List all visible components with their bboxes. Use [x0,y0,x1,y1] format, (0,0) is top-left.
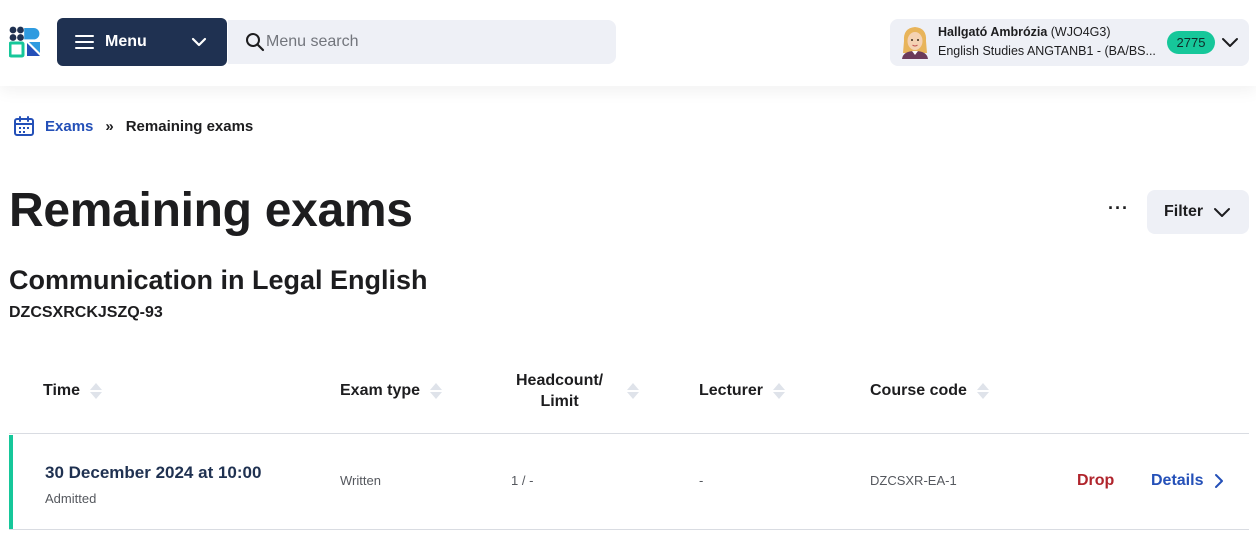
user-name: Hallgató Ambrózia (WJO4G3) [938,25,1111,39]
menu-label: Menu [105,33,147,50]
page-title: Remaining exams [9,184,413,237]
sort-icon[interactable] [90,380,103,402]
hamburger-icon [75,35,94,49]
chevron-down-icon [1214,208,1230,217]
column-label-line1: Headcount/ [516,372,604,389]
column-label: Time [43,382,81,399]
menu-button[interactable]: Menu [57,18,227,66]
course-code: DZCSXRCKJSZQ-93 [9,304,163,321]
filter-button[interactable]: Filter [1147,190,1249,234]
exam-date: 30 December 2024 at 10:00 [45,463,262,482]
table-header: Time Exam type Headcount/ Limit Lecturer… [9,360,1249,434]
table-row: 30 December 2024 at 10:00 Admitted Writt… [9,435,1249,530]
lecturer-cell: - [699,473,704,488]
sort-icon[interactable] [773,380,786,402]
status-badge: 2775 [1167,31,1215,54]
column-header-exam-type[interactable]: Exam type [340,380,443,402]
column-label: Lecturer [699,382,764,399]
column-label: Exam type [340,382,421,399]
details-label: Details [1151,472,1204,489]
sort-icon[interactable] [430,380,443,402]
column-label-line2: Limit [540,393,579,410]
headcount-cell: 1 / - [511,473,534,488]
column-header-lecturer[interactable]: Lecturer [699,380,786,402]
exam-status: Admitted [45,491,97,506]
breadcrumb-separator: » [105,117,114,135]
user-program: English Studies ANGTANB1 - (BA/BS... [938,44,1156,58]
column-label: Course code [870,382,967,399]
search-icon [246,33,265,52]
avatar [902,27,928,59]
breadcrumb: Exams » Remaining exams [13,115,253,137]
course-name: Communication in Legal English [9,265,428,295]
column-header-course-code[interactable]: Course code [870,380,989,402]
row-accent-bar [9,435,13,529]
column-header-headcount[interactable]: Headcount/ Limit [516,370,640,412]
chevron-right-icon [1215,474,1224,488]
breadcrumb-current: Remaining exams [125,117,254,135]
column-header-time[interactable]: Time [43,380,103,402]
exam-type-cell: Written [340,473,381,488]
top-bar: Menu Hallgató Ambrózia (WJO4G3) English … [0,0,1256,86]
chevron-down-icon [1222,38,1238,47]
sort-icon[interactable] [976,380,989,402]
course-code-cell: DZCSXR-EA-1 [870,473,957,488]
chevron-down-icon [191,37,207,47]
filter-label: Filter [1164,203,1204,220]
sort-icon[interactable] [627,380,640,402]
calendar-icon [14,116,34,136]
drop-button[interactable]: Drop [1077,472,1114,490]
breadcrumb-link-exams[interactable]: Exams [45,118,93,135]
app-logo-icon[interactable] [9,26,41,58]
user-code: (WJO4G3) [1050,25,1111,39]
menu-search-input[interactable] [266,30,596,54]
user-profile-menu[interactable]: Hallgató Ambrózia (WJO4G3) English Studi… [890,19,1249,66]
column-label: Headcount/ Limit [516,370,603,412]
details-button[interactable]: Details [1151,472,1224,490]
menu-search-box [228,20,616,64]
more-options-button[interactable]: ··· [1108,198,1129,219]
